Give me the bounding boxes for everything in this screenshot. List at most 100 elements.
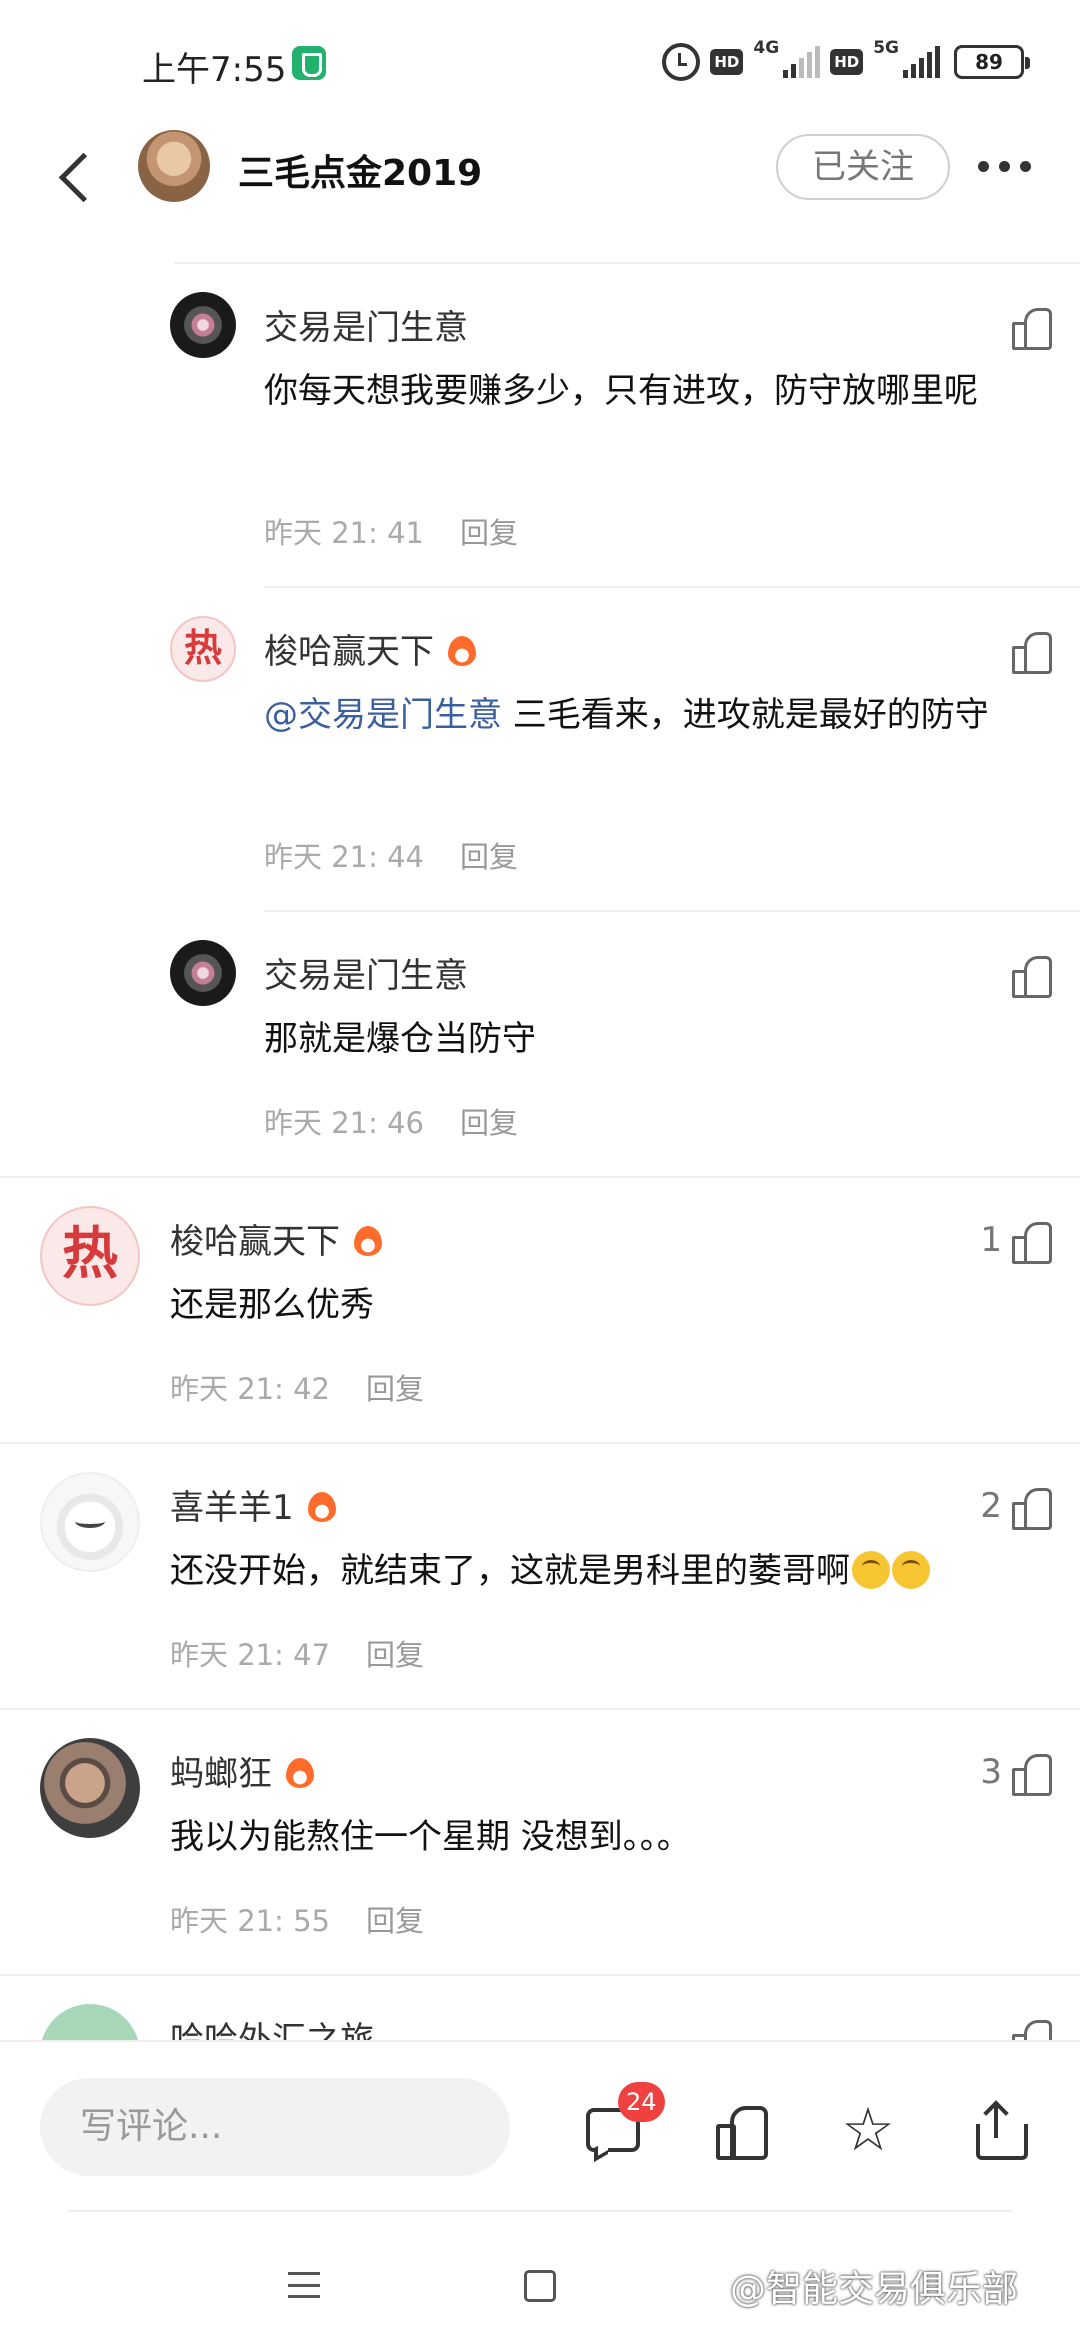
divider xyxy=(0,1176,1080,1178)
network-4g-label: 4G xyxy=(753,38,780,58)
hd-badge-2: HD xyxy=(830,49,864,75)
battery-icon: 89 xyxy=(954,45,1030,79)
comment-meta: 昨天 21: 46 回复 xyxy=(264,1100,518,1142)
alarm-icon xyxy=(662,43,701,81)
divider xyxy=(0,1442,1080,1444)
upside-down-emoji-icon xyxy=(892,1550,930,1589)
username[interactable]: 梭哈赢天下 xyxy=(170,1222,340,1262)
comment-meta: 昨天 21: 44 回复 xyxy=(264,834,518,876)
thumb-up-icon xyxy=(1012,2018,1052,2040)
username-row[interactable]: 梭哈赢天下 xyxy=(170,1214,382,1263)
back-arrow-icon[interactable] xyxy=(52,146,92,206)
reply-link[interactable]: 回复 xyxy=(366,1372,424,1406)
divider xyxy=(264,910,1080,912)
thumb-up-icon xyxy=(1012,954,1052,998)
comment-text-body: 三毛看来，进攻就是最好的防守 xyxy=(502,695,989,735)
thumb-up-icon xyxy=(1012,1220,1052,1264)
author-avatar[interactable] xyxy=(138,130,210,202)
like-button[interactable] xyxy=(1012,952,1052,998)
user-avatar[interactable]: 热 xyxy=(170,616,236,682)
like-button[interactable]: 3 xyxy=(980,1750,1052,1796)
divider xyxy=(174,262,1080,264)
user-avatar[interactable] xyxy=(170,940,236,1006)
reply-link[interactable]: 回复 xyxy=(366,1904,424,1938)
follow-button[interactable]: 已关注 xyxy=(776,134,950,200)
like-button[interactable]: 1 xyxy=(980,1218,1052,1264)
thumb-up-icon xyxy=(1012,630,1052,674)
user-avatar[interactable]: 热 xyxy=(40,1206,140,1306)
reply-link[interactable]: 回复 xyxy=(366,1638,424,1672)
username-row[interactable]: 喜羊羊1 xyxy=(170,1480,336,1529)
pk-flame-icon xyxy=(286,1757,314,1788)
username[interactable]: 交易是门生意 xyxy=(264,300,468,349)
username-row[interactable]: 蚂螂狂 xyxy=(170,1746,314,1795)
menu-icon[interactable] xyxy=(288,2272,320,2298)
like-count: 3 xyxy=(980,1752,1002,1792)
share-icon[interactable] xyxy=(970,2100,1028,2160)
username-row[interactable]: 梭哈赢天下 xyxy=(264,624,476,673)
username[interactable]: 交易是门生意 xyxy=(264,948,468,997)
home-square-icon[interactable] xyxy=(524,2270,556,2302)
comment-count-badge: 24 xyxy=(618,2082,665,2122)
timestamp: 昨天 21: 47 xyxy=(170,1638,331,1672)
pk-flame-icon xyxy=(448,635,476,666)
timestamp: 昨天 21: 55 xyxy=(170,1904,331,1938)
divider xyxy=(0,1708,1080,1710)
thumb-up-icon[interactable] xyxy=(712,2102,768,2160)
thumb-up-icon xyxy=(1012,1486,1052,1530)
username[interactable]: 蚂螂狂 xyxy=(170,1754,272,1794)
divider xyxy=(0,1974,1080,1976)
page-title[interactable]: 三毛点金2019 xyxy=(238,144,482,196)
user-avatar[interactable] xyxy=(40,1738,140,1838)
comment-text: 你每天想我要赚多少，只有进攻，防守放哪里呢 xyxy=(264,371,978,411)
security-shield-icon xyxy=(292,46,326,80)
like-count: 2 xyxy=(980,1486,1002,1526)
user-avatar[interactable] xyxy=(40,2004,140,2040)
system-nav-bar: @智能交易俱乐部 xyxy=(0,2210,1080,2340)
like-button[interactable] xyxy=(1012,2016,1052,2040)
signal-icon-2 xyxy=(903,46,940,78)
upside-down-emoji-icon xyxy=(852,1550,890,1589)
like-button[interactable]: 2 xyxy=(980,1484,1052,1530)
reply-link[interactable]: 回复 xyxy=(460,516,518,550)
bottom-action-bar: 写评论... 24 ☆ xyxy=(0,2040,1080,2210)
divider xyxy=(264,586,1080,588)
like-button[interactable] xyxy=(1012,304,1052,350)
status-icons: HD 4G HD 5G 89 xyxy=(662,38,1030,84)
user-avatar[interactable] xyxy=(40,1472,140,1572)
comment-text: 我以为能熬住一个星期 没想到。。。 xyxy=(170,1817,691,1857)
pk-flame-icon xyxy=(354,1225,382,1256)
comment-meta: 昨天 21: 47 回复 xyxy=(170,1632,424,1674)
user-avatar[interactable] xyxy=(170,292,236,358)
watermark: @智能交易俱乐部 xyxy=(730,2269,1019,2310)
timestamp: 昨天 21: 41 xyxy=(264,516,425,550)
hd-badge-1: HD xyxy=(710,49,744,75)
thumb-up-icon xyxy=(1012,306,1052,350)
comment-list: 交易是门生意 你每天想我要赚多少，只有进攻，防守放哪里呢 昨天 21: 41 回复… xyxy=(0,262,1080,2040)
comment-text-body: 还没开始，就结束了，这就是男科里的萎哥啊 xyxy=(170,1551,850,1591)
signal-icon-1 xyxy=(783,46,821,78)
username[interactable]: 哈哈外汇之旅 xyxy=(170,2012,374,2040)
more-options-icon[interactable] xyxy=(978,156,1038,176)
comment-text: 还是那么优秀 xyxy=(170,1285,374,1325)
pk-flame-icon xyxy=(307,1491,336,1522)
timestamp: 昨天 21: 44 xyxy=(264,840,425,874)
timestamp: 昨天 21: 46 xyxy=(264,1106,425,1140)
share-arrow xyxy=(983,2100,1009,2126)
comment-input[interactable]: 写评论... xyxy=(40,2078,510,2176)
like-button[interactable] xyxy=(1012,628,1052,674)
divider xyxy=(68,2210,1012,2212)
star-icon[interactable]: ☆ xyxy=(840,2100,896,2160)
username[interactable]: 喜羊羊1 xyxy=(170,1488,294,1528)
network-5g-label: 5G xyxy=(873,38,899,58)
timestamp: 昨天 21: 42 xyxy=(170,1372,331,1406)
comment-text: @交易是门生意 三毛看来，进攻就是最好的防守 xyxy=(264,686,1054,744)
comment-meta: 昨天 21: 41 回复 xyxy=(264,510,518,552)
reply-link[interactable]: 回复 xyxy=(460,1106,518,1140)
like-count: 1 xyxy=(980,1220,1002,1260)
status-time: 上午7:55 xyxy=(142,50,287,90)
mention-link[interactable]: @交易是门生意 xyxy=(264,695,502,735)
reply-link[interactable]: 回复 xyxy=(460,840,518,874)
username[interactable]: 梭哈赢天下 xyxy=(264,632,434,672)
thumb-up-icon xyxy=(1012,1752,1052,1796)
